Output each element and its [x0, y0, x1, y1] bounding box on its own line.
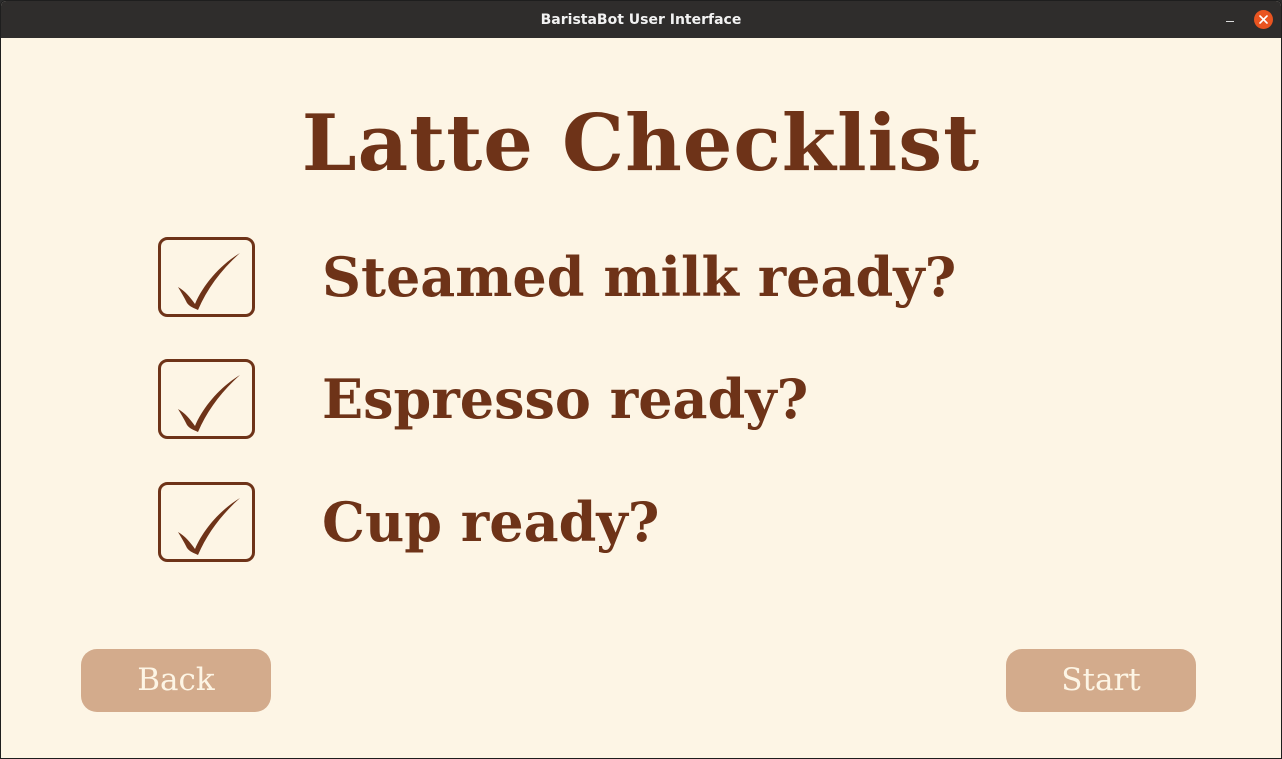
app-window: BaristaBot User Interface Latte Checklis…: [0, 0, 1282, 759]
title-bar: BaristaBot User Interface: [1, 1, 1281, 38]
checkbox-checked-icon[interactable]: [158, 482, 255, 562]
checklist-item-cup: Cup ready?: [158, 482, 1158, 562]
close-icon: [1259, 15, 1268, 24]
checklist-item-steamed-milk: Steamed milk ready?: [158, 237, 1158, 317]
close-button[interactable]: [1254, 10, 1273, 29]
back-button[interactable]: Back: [81, 649, 271, 712]
checkbox-checked-icon[interactable]: [158, 237, 255, 317]
checklist-label: Espresso ready?: [322, 367, 809, 431]
minimize-icon: [1226, 21, 1234, 22]
checklist-item-espresso: Espresso ready?: [158, 359, 1158, 439]
checklist-label: Cup ready?: [322, 490, 660, 554]
page-title: Latte Checklist: [301, 98, 981, 189]
start-button[interactable]: Start: [1006, 649, 1196, 712]
checkbox-checked-icon[interactable]: [158, 359, 255, 439]
window-title: BaristaBot User Interface: [540, 12, 742, 28]
checklist-label: Steamed milk ready?: [322, 245, 957, 309]
main-content: Latte Checklist Steamed milk ready? Espr…: [1, 38, 1281, 758]
minimize-button[interactable]: [1220, 11, 1240, 29]
